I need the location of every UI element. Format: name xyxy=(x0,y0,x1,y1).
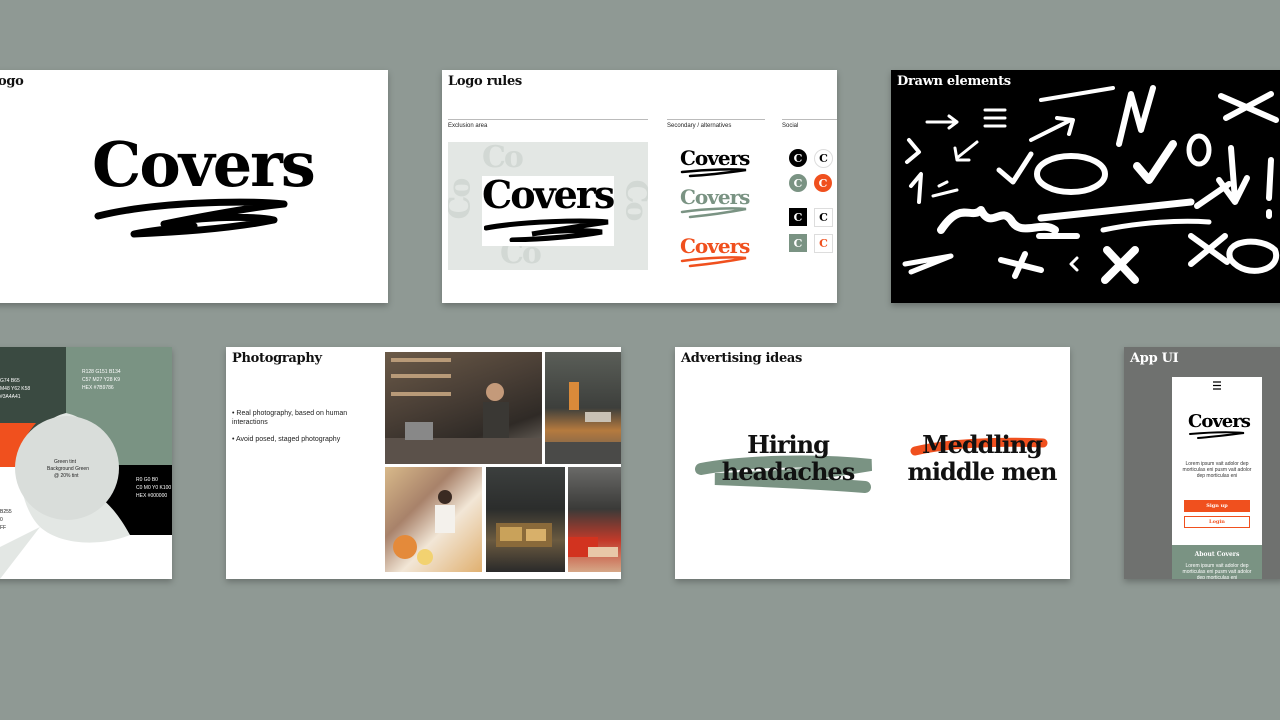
orange-code-1: B255 xyxy=(0,509,12,515)
covers-logo: Covers xyxy=(1188,411,1251,432)
slide-title: ogo xyxy=(0,74,24,89)
signup-button[interactable]: Sign up xyxy=(1184,500,1250,512)
slide-advertising[interactable]: Advertising ideas Hiring headaches Meddl… xyxy=(675,347,1070,579)
divider xyxy=(448,119,648,120)
hamburger-icon[interactable] xyxy=(1212,381,1222,390)
ghost-letters: Co xyxy=(482,142,524,175)
dark-code-1: G74 B65 xyxy=(0,378,20,384)
social-icon-green-circle: C xyxy=(789,174,807,192)
about-title: About Covers xyxy=(1194,551,1240,558)
covers-logo-green: Covers xyxy=(680,185,750,209)
about-text: Lorem ipsum vait adolor dep morticulas e… xyxy=(1182,563,1252,579)
exclusion-area: Co Co Co Co Covers xyxy=(448,142,648,270)
ad-meddling-line1: Meddling xyxy=(922,430,1043,459)
slide-title: App UI xyxy=(1130,351,1179,366)
covers-logo-black: Covers xyxy=(680,146,750,170)
login-button[interactable]: Login xyxy=(1184,516,1250,528)
black-code-1: R0 G0 B0 xyxy=(136,477,158,483)
photo-kitchen xyxy=(545,352,621,464)
covers-logo: Covers xyxy=(92,128,316,201)
tint-line-3: @ 20% tint xyxy=(54,473,79,479)
social-icon-orange-square: C xyxy=(814,234,833,253)
bullet-text: Real photography, based on human interac… xyxy=(232,410,348,426)
social-icon-black-square: C xyxy=(789,208,807,226)
ad-hiring-line2: headaches xyxy=(721,457,855,486)
ad-meddling-line2: middle men xyxy=(907,457,1058,486)
slide-app-ui[interactable]: App UI Covers Lorem ipsum vait adolor de… xyxy=(1124,347,1280,579)
body-text: Lorem ipsum vait adolor dep morticulas e… xyxy=(1182,461,1252,479)
slide-title: Advertising ideas xyxy=(681,351,803,366)
slide-logo-rules[interactable]: Logo rules Exclusion area Secondary / al… xyxy=(442,70,837,303)
green-code-1: R128 G151 B134 xyxy=(82,369,121,375)
brush-stroke-icon xyxy=(484,218,609,242)
social-icon-white-square: C xyxy=(814,208,833,227)
photo-grill xyxy=(486,467,565,572)
brush-stroke-icon xyxy=(680,256,747,268)
photo-chef xyxy=(385,467,482,572)
photo-barista xyxy=(385,352,542,464)
orange-code-3: FF xyxy=(0,525,7,531)
bullet-icon: • xyxy=(232,436,235,443)
social-icon-white-circle: C xyxy=(814,149,833,168)
divider xyxy=(667,119,765,120)
phone-screen: Covers Lorem ipsum vait adolor dep morti… xyxy=(1172,377,1262,579)
ghost-letters: Co xyxy=(448,179,478,220)
slide-logo[interactable]: ogo Covers xyxy=(0,70,388,303)
slide-title: Photography xyxy=(232,351,322,366)
black-code-3: HEX #000000 xyxy=(136,493,168,499)
about-section: About Covers Lorem ipsum vait adolor dep… xyxy=(1172,545,1262,579)
social-icon-black-circle: C xyxy=(789,149,807,167)
brush-stroke-icon xyxy=(680,207,747,219)
bullet-item: • Avoid posed, staged photography xyxy=(232,435,372,444)
social-icon-orange-circle: C xyxy=(814,174,832,192)
photo-serving xyxy=(568,467,621,572)
orange-code-2: 0 xyxy=(0,517,3,523)
bullet-text: Avoid posed, staged photography xyxy=(236,436,341,443)
social-label: Social xyxy=(782,123,799,129)
brush-stroke-icon xyxy=(94,198,288,238)
tint-line-1: Green tint xyxy=(54,459,76,465)
green-code-2: C57 M27 Y28 K9 xyxy=(82,377,120,383)
bullet-item: • Real photography, based on human inter… xyxy=(232,409,372,427)
brush-stroke-icon xyxy=(1189,431,1245,439)
slide-colors[interactable]: R128 G151 B134 C57 M27 Y28 K9 HEX #7B978… xyxy=(0,347,172,579)
secondary-label: Secondary / alternatives xyxy=(667,123,732,129)
black-code-2: C0 M0 Y0 K100 xyxy=(136,485,172,491)
green-code-3: HEX #7B9786 xyxy=(82,385,114,391)
ghost-letters: Co xyxy=(618,179,648,220)
brush-stroke-icon xyxy=(680,168,747,178)
slide-photography[interactable]: Photography • Real photography, based on… xyxy=(226,347,621,579)
dark-code-3: #3A4A41 xyxy=(0,394,21,400)
covers-logo: Covers xyxy=(482,172,615,217)
exclusion-label: Exclusion area xyxy=(448,123,488,129)
slide-drawn-elements[interactable]: Drawn elements xyxy=(891,70,1280,303)
drawn-elements-icon xyxy=(902,85,1280,284)
bullet-icon: • xyxy=(232,410,235,417)
ad-hiring-line1: Hiring xyxy=(747,430,830,459)
tint-line-2: Background Green xyxy=(47,466,89,472)
social-icon-green-square: C xyxy=(789,234,807,252)
covers-logo-orange: Covers xyxy=(680,234,750,258)
slide-title: Logo rules xyxy=(448,74,522,89)
divider xyxy=(782,119,837,120)
dark-code-2: M48 Y62 K58 xyxy=(0,386,31,392)
